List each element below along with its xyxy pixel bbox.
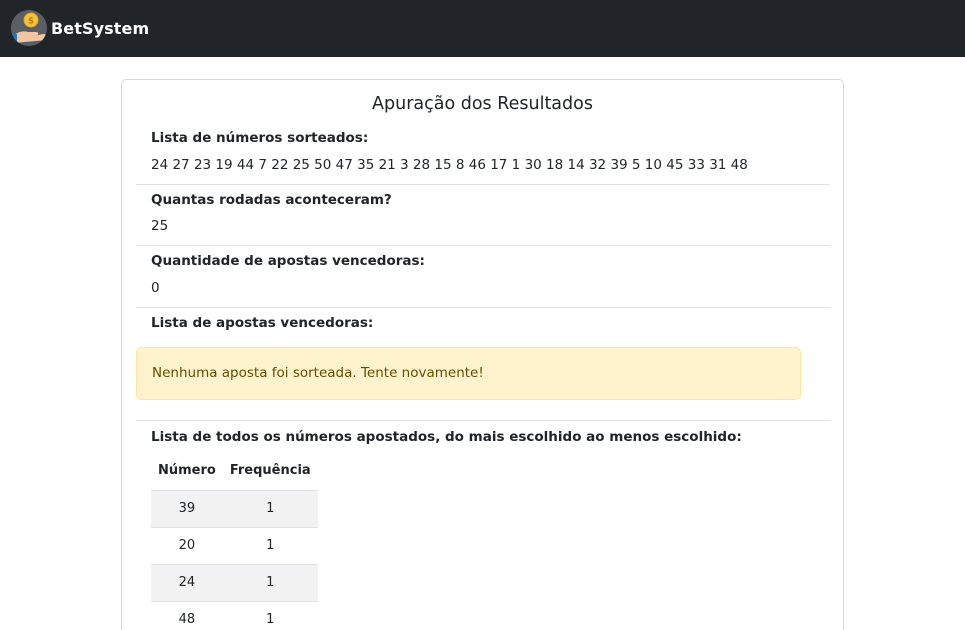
rounds-label: Quantas rodadas aconteceram? <box>151 192 392 208</box>
page-title: Apuração dos Resultados <box>372 94 593 114</box>
winners-list-label: Lista de apostas vencedoras: <box>151 315 374 331</box>
table-row: 39 1 <box>151 489 318 527</box>
drawn-numbers-label: Lista de números sorteados: <box>151 130 369 146</box>
brand-link[interactable]: $ BetSystem <box>11 10 149 46</box>
rounds-value: 25 <box>151 218 169 234</box>
navbar: $ BetSystem <box>0 0 965 57</box>
table-cell-number: 24 <box>151 563 223 601</box>
drawn-numbers-section: Lista de números sorteados: 24 27 23 19 … <box>136 123 830 185</box>
winners-count-section: Quantidade de apostas vencedoras: 0 <box>136 246 830 308</box>
table-cell-frequency: 1 <box>222 600 318 630</box>
table-row: 24 1 <box>151 563 318 601</box>
table-row: 20 1 <box>151 526 318 564</box>
column-header-numero: Número <box>158 462 216 478</box>
winners-count-value: 0 <box>151 280 160 296</box>
brand-name: BetSystem <box>51 18 150 38</box>
table-cell-number: 20 <box>151 526 223 564</box>
rounds-section: Quantas rodadas aconteceram? 25 <box>136 185 830 246</box>
frequency-table: Número Frequência 39 1 20 1 24 1 48 1 <box>151 451 318 630</box>
table-cell-frequency: 1 <box>222 526 318 564</box>
svg-text:$: $ <box>28 17 34 27</box>
no-winners-alert: Nenhuma aposta foi sorteada. Tente novam… <box>136 347 801 400</box>
column-header-frequencia: Frequência <box>229 462 311 478</box>
table-cell-number: 39 <box>151 489 223 527</box>
table-cell-frequency: 1 <box>222 563 318 601</box>
winners-count-label: Quantidade de apostas vencedoras: <box>151 253 425 269</box>
table-cell-number: 48 <box>151 600 223 630</box>
table-row: 48 1 <box>151 600 318 630</box>
coin-in-hand-icon: $ <box>11 10 47 46</box>
all-numbers-label: Lista de todos os números apostados, do … <box>151 429 742 445</box>
table-cell-frequency: 1 <box>222 489 318 527</box>
drawn-numbers-value: 24 27 23 19 44 7 22 25 50 47 35 21 3 28 … <box>151 157 748 173</box>
results-card: Apuração dos Resultados Lista de números… <box>121 79 844 630</box>
